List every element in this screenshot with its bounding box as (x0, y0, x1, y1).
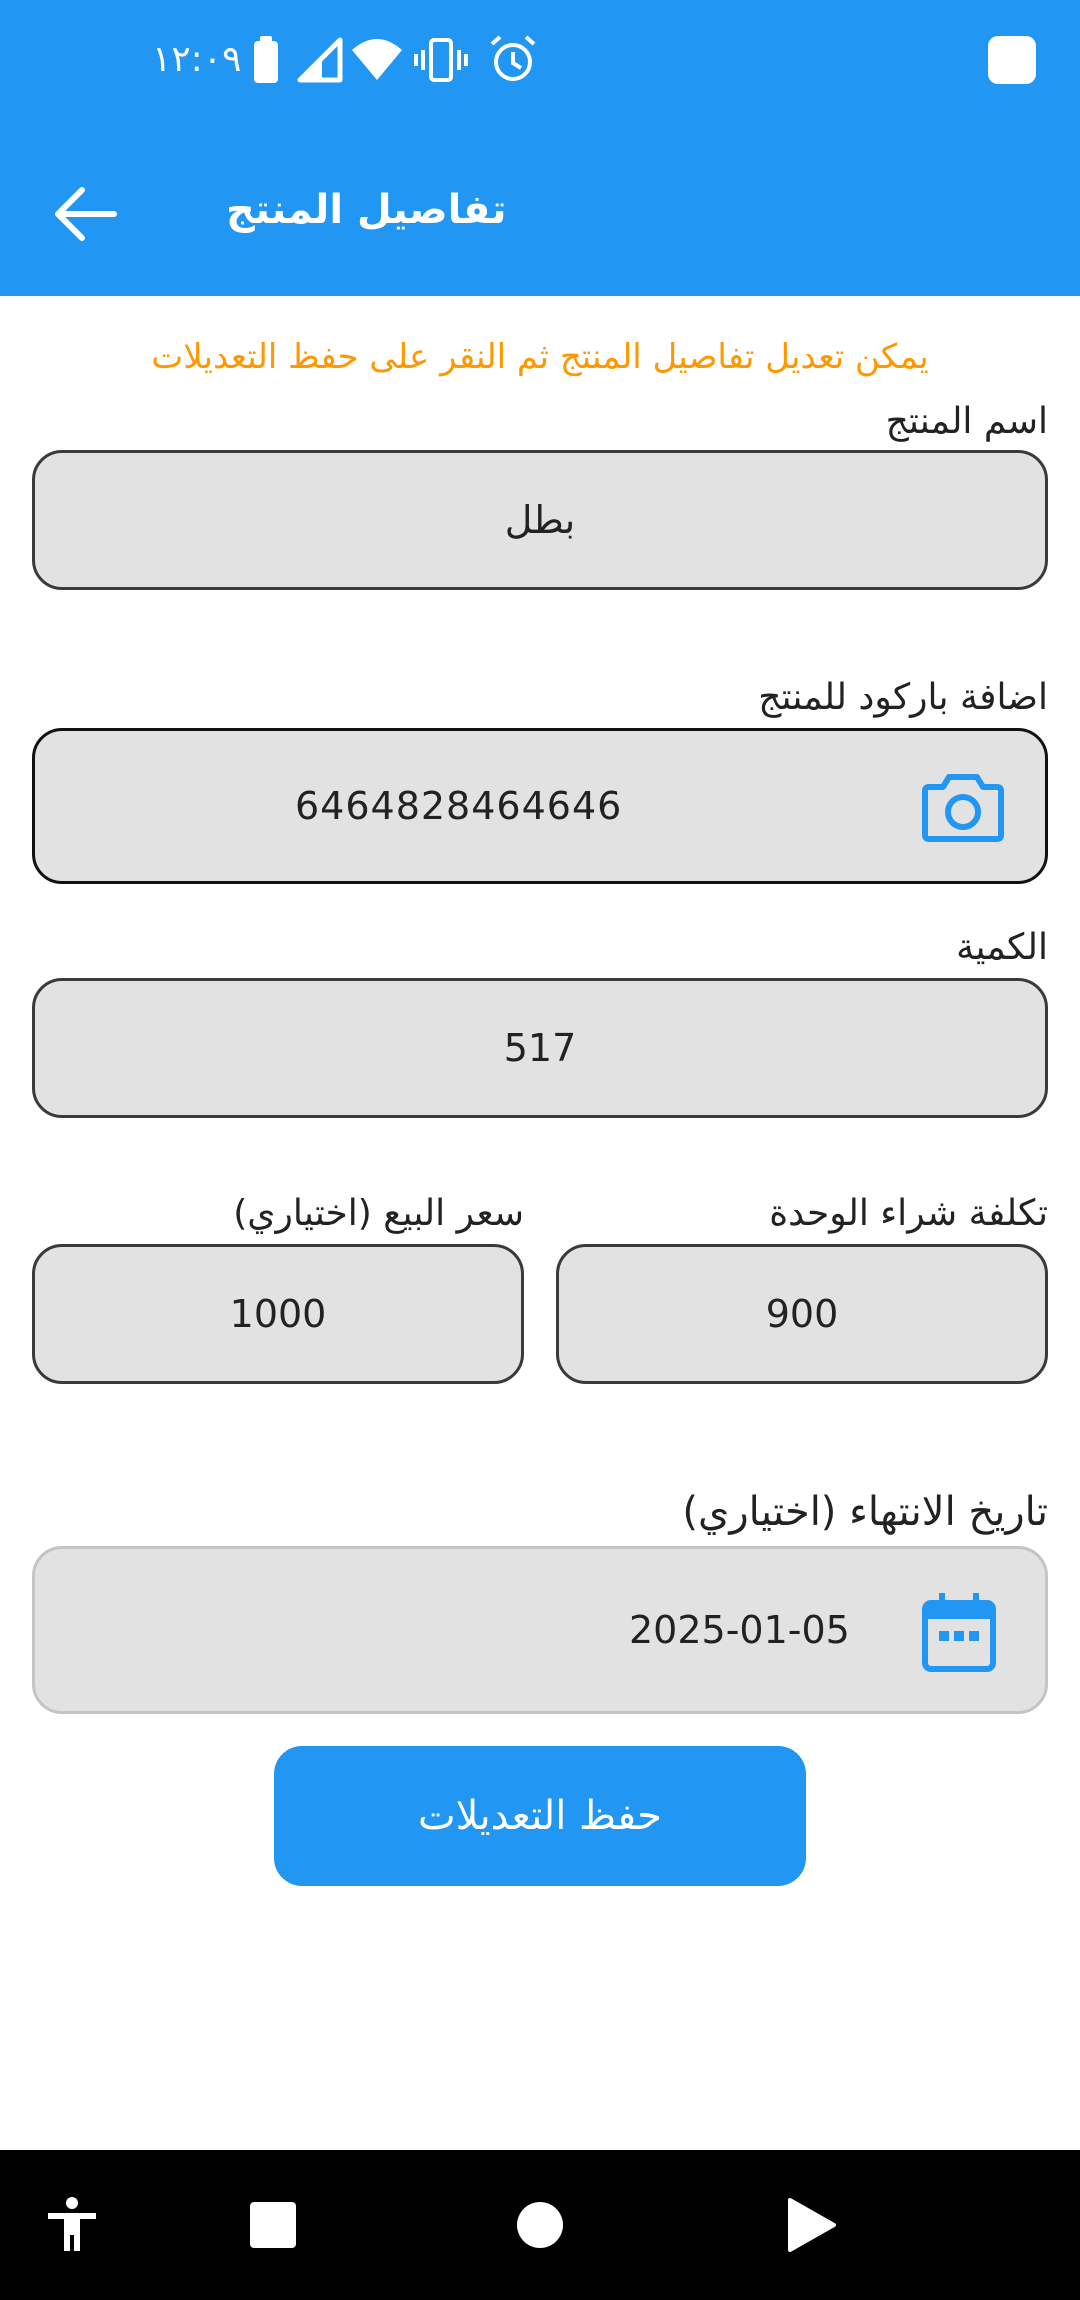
page-title: تفاصيل المنتج (226, 187, 507, 233)
unit-cost-field[interactable]: 900 (556, 1244, 1048, 1384)
signal-icon (297, 37, 343, 83)
status-notification-icon (988, 36, 1036, 84)
wifi-icon (352, 39, 402, 80)
battery-icon (254, 36, 278, 83)
sale-price-label: سعر البيع (اختياري) (233, 1193, 524, 1234)
recents-button[interactable] (198, 2150, 348, 2300)
calendar-icon[interactable] (919, 1591, 999, 1675)
barcode-field[interactable]: 6464828464646 (32, 728, 1048, 884)
quantity-label: الكمية (956, 927, 1048, 968)
sale-price-field[interactable]: 1000 (32, 1244, 524, 1384)
camera-icon[interactable] (921, 765, 1005, 849)
quantity-field[interactable]: 517 (32, 978, 1048, 1118)
sale-price-value: 1000 (229, 1292, 327, 1336)
status-time: ١٢:٠٩ (152, 39, 242, 80)
barcode-value: 6464828464646 (295, 784, 623, 828)
back-arrow-icon[interactable] (44, 172, 128, 256)
home-icon (517, 2202, 563, 2248)
app-header: ١٢:٠٩ تفاصيل المنتج (0, 0, 1080, 296)
accessibility-icon (48, 2197, 96, 2251)
quantity-value: 517 (503, 1026, 577, 1070)
save-changes-button[interactable]: حفظ التعديلات (274, 1746, 806, 1886)
product-name-label: اسم المنتج (885, 401, 1048, 442)
expiry-date-value: 2025-01-05 (629, 1608, 850, 1652)
expiry-date-field[interactable]: 2025-01-05 (32, 1546, 1048, 1714)
product-name-value: بطل (504, 498, 576, 542)
vibrate-icon (414, 38, 468, 82)
unit-cost-label: تكلفة شراء الوحدة (769, 1193, 1048, 1234)
home-button[interactable] (465, 2150, 615, 2300)
back-triangle-icon (788, 2198, 836, 2252)
edit-hint: يمكن تعديل تفاصيل المنتج ثم النقر على حف… (151, 337, 929, 377)
product-name-field[interactable]: بطل (32, 450, 1048, 590)
alarm-icon (490, 35, 536, 81)
recents-icon (250, 2202, 296, 2248)
system-nav-bar (0, 2150, 1080, 2300)
status-bar: ١٢:٠٩ (0, 0, 1080, 120)
unit-cost-value: 900 (765, 1292, 839, 1336)
barcode-label: اضافة باركود للمنتج (758, 677, 1048, 718)
accessibility-button[interactable] (0, 2150, 147, 2300)
back-nav-button[interactable] (736, 2150, 886, 2300)
expiry-date-label: تاريخ الانتهاء (اختياري) (682, 1489, 1048, 1535)
